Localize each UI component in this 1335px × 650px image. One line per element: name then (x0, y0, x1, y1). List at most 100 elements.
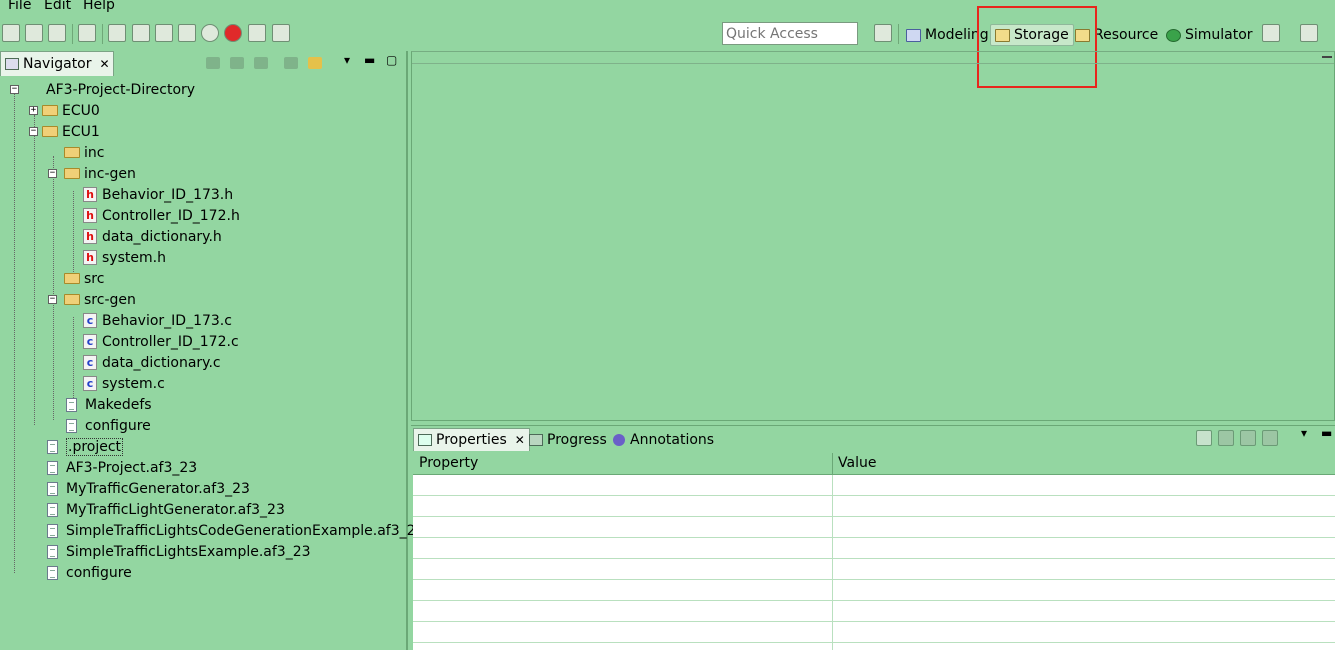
table-row (413, 517, 1335, 538)
tree-item[interactable]: MyTrafficLightGenerator.af3_23 (47, 499, 285, 520)
minimize-icon[interactable]: ▬ (364, 53, 375, 67)
folder-open-icon (64, 168, 80, 179)
up-icon[interactable] (254, 57, 268, 69)
close-icon[interactable]: ✕ (100, 57, 110, 71)
file-icon (66, 397, 77, 412)
collapse-icon[interactable]: − (29, 127, 38, 136)
search-icon[interactable] (108, 24, 126, 42)
tree-item[interactable]: h Behavior_ID_173.h (83, 184, 233, 205)
open-perspective-icon[interactable] (874, 24, 892, 42)
af3-logo-icon[interactable] (2, 24, 20, 42)
minimize-icon[interactable]: ▬ (1321, 426, 1332, 440)
tab-progress[interactable]: Progress (525, 428, 611, 451)
tree-item[interactable]: − AF3-Project-Directory (10, 79, 195, 100)
tree-item[interactable]: c data_dictionary.c (83, 352, 221, 373)
refresh-icon[interactable] (201, 24, 219, 42)
edit-icon[interactable] (78, 24, 96, 42)
categories-icon[interactable] (1196, 430, 1212, 446)
file-icon (47, 460, 58, 475)
advanced-icon[interactable] (1240, 430, 1256, 446)
test-icon[interactable] (224, 24, 242, 42)
save-icon[interactable] (48, 24, 66, 42)
view-menu-icon[interactable]: ▾ (344, 53, 350, 67)
navigator-panel: Navigator ✕ ▾ ▬ ▢ − AF3-Project-Director… (0, 51, 424, 650)
network-icon[interactable] (178, 24, 196, 42)
search-all-icon[interactable] (132, 24, 150, 42)
tree-item[interactable]: configure (47, 562, 132, 583)
collapse-icon[interactable]: − (48, 295, 57, 304)
h-file-icon: h (83, 250, 97, 265)
menu-edit[interactable]: Edit (44, 0, 71, 14)
deploy-icon[interactable] (155, 24, 173, 42)
properties-table: Property Value (413, 453, 1335, 650)
tree-item[interactable]: − ECU1 (29, 121, 100, 142)
modeling-icon (906, 28, 921, 42)
tree-item[interactable]: .project (47, 436, 124, 457)
menu-help[interactable]: Help (83, 0, 115, 14)
tree-item[interactable]: SimpleTrafficLightsCodeGenerationExample… (47, 520, 424, 541)
filter-icon[interactable] (1218, 430, 1234, 446)
expand-icon[interactable]: + (29, 106, 38, 115)
tree-item[interactable]: + ECU0 (29, 100, 100, 121)
collapse-icon[interactable]: − (48, 169, 57, 178)
tree-item[interactable]: h Controller_ID_172.h (83, 205, 240, 226)
tree-item[interactable]: MyTrafficGenerator.af3_23 (47, 478, 250, 499)
table-header: Property Value (413, 453, 1335, 475)
maximize-icon[interactable]: ▢ (386, 53, 397, 67)
file-icon (47, 502, 58, 517)
tree-item[interactable]: AF3-Project.af3_23 (47, 457, 197, 478)
menu-bar: File Edit Help (0, 0, 1335, 14)
folder-icon (64, 273, 80, 284)
table-row (413, 580, 1335, 601)
perspective-simulator[interactable]: Simulator (1166, 24, 1253, 46)
navigator-icon (5, 58, 19, 70)
toolbar-overflow-icon[interactable] (1262, 24, 1280, 42)
folder-icon (64, 147, 80, 158)
progress-icon (529, 433, 543, 446)
clipboard-icon[interactable] (248, 24, 266, 42)
folder-open-icon (42, 126, 58, 137)
minimize-icon[interactable] (1322, 56, 1332, 58)
back-icon[interactable] (206, 57, 220, 69)
toolbar-separator (102, 24, 103, 44)
tab-properties[interactable]: Properties ✕ (413, 428, 530, 451)
collapse-icon[interactable]: − (10, 85, 19, 94)
tree-item[interactable]: − src-gen (48, 289, 136, 310)
file-icon (47, 481, 58, 496)
file-icon (47, 544, 58, 559)
c-file-icon: c (83, 355, 97, 370)
file-icon (47, 439, 58, 454)
view-menu-icon[interactable]: ▾ (1301, 426, 1307, 440)
new-icon[interactable] (25, 24, 43, 42)
menu-file[interactable]: File (8, 0, 31, 14)
tree-item[interactable]: configure (66, 415, 151, 436)
table-row (413, 496, 1335, 517)
export-icon[interactable] (272, 24, 290, 42)
tab-annotations[interactable]: Annotations (609, 428, 718, 451)
toolbar-overflow-icon[interactable] (1300, 24, 1318, 42)
table-row (413, 538, 1335, 559)
c-file-icon: c (83, 376, 97, 391)
tab-navigator[interactable]: Navigator ✕ (0, 51, 114, 76)
tree-item[interactable]: h data_dictionary.h (83, 226, 222, 247)
forward-icon[interactable] (230, 57, 244, 69)
tree-item[interactable]: c system.c (83, 373, 165, 394)
quick-access-input[interactable] (722, 22, 858, 45)
restore-default-icon[interactable] (1262, 430, 1278, 446)
tree-item[interactable]: h system.h (83, 247, 166, 268)
close-icon[interactable]: ✕ (515, 433, 525, 447)
tree-item[interactable]: src (64, 268, 104, 289)
properties-icon (418, 434, 432, 446)
tree-item[interactable]: c Behavior_ID_173.c (83, 310, 232, 331)
editor-header (412, 52, 1334, 64)
column-header-value[interactable]: Value (838, 455, 876, 471)
tree-item[interactable]: Makedefs (66, 394, 152, 415)
column-header-property[interactable]: Property (419, 455, 478, 471)
toolbar-separator (898, 24, 899, 44)
tree-item[interactable]: c Controller_ID_172.c (83, 331, 239, 352)
tree-item[interactable]: SimpleTrafficLightsExample.af3_23 (47, 541, 311, 562)
tree-item[interactable]: inc (64, 142, 104, 163)
tree-item[interactable]: − inc-gen (48, 163, 136, 184)
link-editor-icon[interactable] (308, 57, 322, 69)
collapse-all-icon[interactable] (284, 57, 298, 69)
